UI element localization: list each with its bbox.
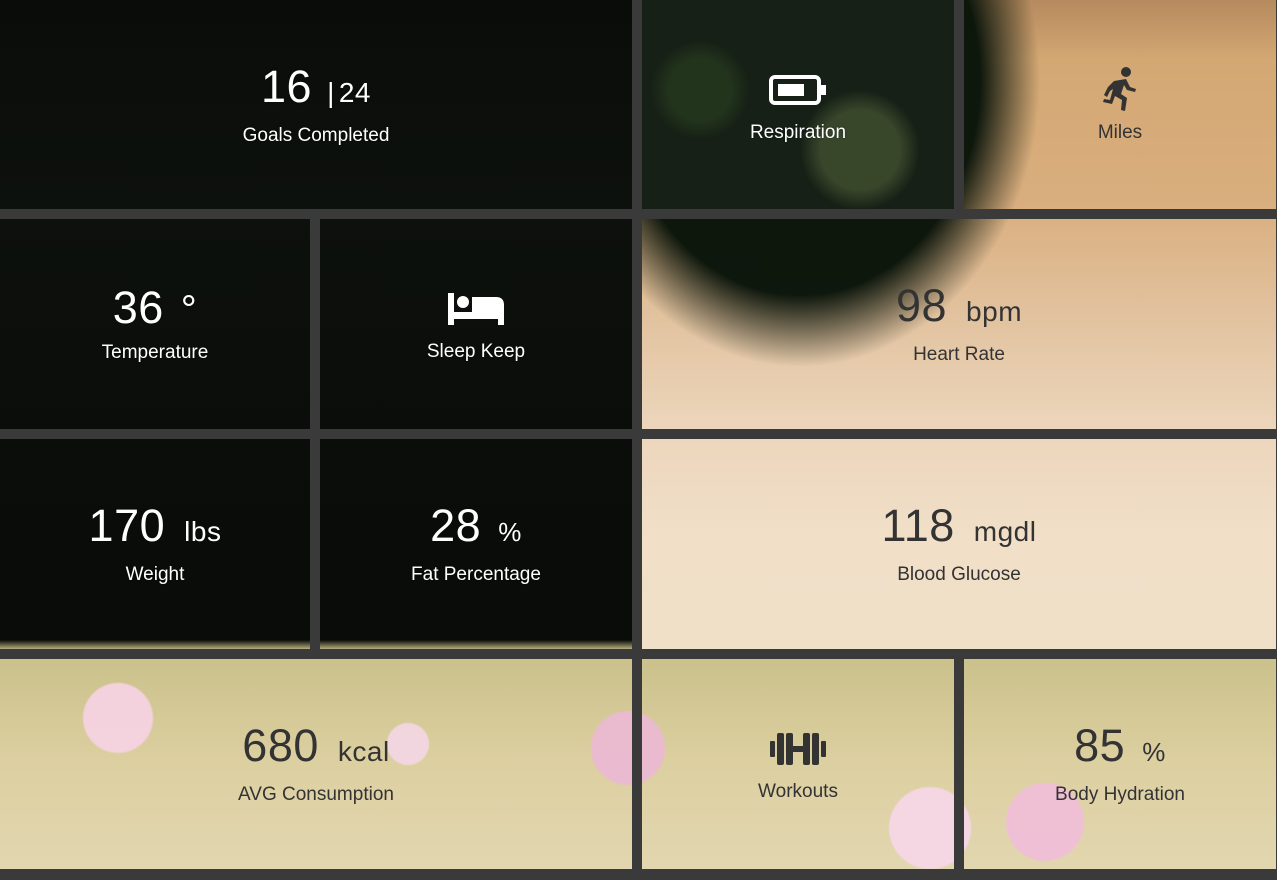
- consumption-number: 680: [242, 720, 319, 771]
- weight-value: 170 lbs: [89, 502, 222, 556]
- hydration-label: Body Hydration: [1055, 784, 1185, 805]
- hydration-unit: %: [1142, 737, 1166, 767]
- fat-value: 28 %: [430, 502, 522, 556]
- heart-rate-number: 98: [895, 280, 948, 331]
- temperature-label: Temperature: [101, 342, 209, 363]
- weight-label: Weight: [125, 564, 185, 585]
- respiration-label: Respiration: [749, 121, 847, 143]
- consumption-unit: kcal: [337, 736, 390, 767]
- goals-separator: |: [327, 76, 335, 108]
- tile-respiration[interactable]: Respiration: [642, 0, 954, 209]
- tile-heart-rate[interactable]: 98 bpm Heart Rate: [642, 219, 1276, 429]
- glucose-number: 118: [881, 500, 955, 551]
- divider: [954, 659, 964, 880]
- goals-value: 16 | 24: [260, 60, 371, 117]
- fat-label: Fat Percentage: [411, 564, 541, 585]
- tile-workouts[interactable]: Workouts: [642, 659, 954, 869]
- temperature-unit: °: [180, 288, 198, 332]
- temperature-value: 36 °: [113, 284, 198, 334]
- divider: [310, 219, 320, 649]
- workouts-label: Workouts: [758, 781, 838, 802]
- dumbbell-icon: [769, 725, 827, 773]
- hydration-value: 85 %: [1074, 722, 1166, 776]
- goals-completed-count: 16: [260, 60, 313, 112]
- divider: [954, 0, 964, 209]
- battery-icon: [769, 66, 827, 114]
- sleep-label: Sleep Keep: [426, 341, 526, 362]
- heart-rate-unit: bpm: [966, 296, 1023, 327]
- tile-avg-consumption[interactable]: 680 kcal AVG Consumption: [0, 659, 632, 869]
- bed-icon: [446, 285, 506, 333]
- weight-number: 170: [88, 500, 166, 551]
- tile-goals[interactable]: 16 | 24 Goals Completed: [0, 0, 632, 209]
- divider: [632, 0, 642, 880]
- fat-number: 28: [430, 500, 482, 551]
- running-person-icon: [1100, 66, 1140, 114]
- tile-miles[interactable]: Miles: [964, 0, 1276, 209]
- hydration-number: 85: [1074, 720, 1126, 771]
- tile-fat-percentage[interactable]: 28 % Fat Percentage: [320, 439, 632, 649]
- tile-body-hydration[interactable]: 85 % Body Hydration: [964, 659, 1276, 869]
- goals-label: Goals Completed: [242, 124, 390, 146]
- weight-unit: lbs: [184, 516, 222, 547]
- heart-rate-label: Heart Rate: [913, 344, 1005, 365]
- tile-blood-glucose[interactable]: 118 mgdl Blood Glucose: [642, 439, 1276, 649]
- consumption-value: 680 kcal: [242, 722, 389, 776]
- tile-weight[interactable]: 170 lbs Weight: [0, 439, 310, 649]
- temperature-number: 36: [112, 282, 164, 333]
- glucose-unit: mgdl: [973, 516, 1037, 547]
- glucose-value: 118 mgdl: [882, 502, 1037, 556]
- goals-total: 24: [338, 76, 371, 108]
- tile-temperature[interactable]: 36 ° Temperature: [0, 219, 310, 429]
- miles-label: Miles: [1097, 121, 1143, 143]
- glucose-label: Blood Glucose: [897, 564, 1021, 585]
- fat-unit: %: [498, 517, 522, 547]
- heart-rate-value: 98 bpm: [896, 282, 1022, 336]
- consumption-label: AVG Consumption: [238, 784, 394, 805]
- tile-sleep[interactable]: Sleep Keep: [320, 219, 632, 429]
